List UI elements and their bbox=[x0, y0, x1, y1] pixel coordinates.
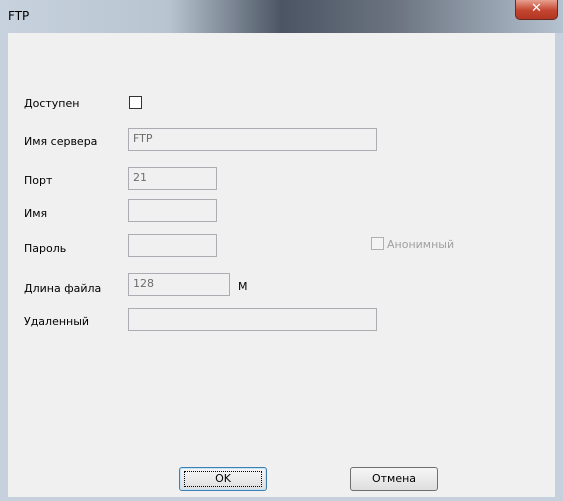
server-name-field[interactable]: FTP bbox=[128, 128, 377, 151]
ok-button[interactable]: OK bbox=[179, 467, 267, 491]
cancel-button-label: Отмена bbox=[371, 472, 417, 485]
remote-field[interactable] bbox=[128, 308, 377, 331]
anonymous-checkbox[interactable] bbox=[371, 237, 384, 250]
port-field[interactable]: 21 bbox=[128, 167, 217, 190]
window-frame-left bbox=[0, 33, 8, 501]
cancel-button[interactable]: Отмена bbox=[350, 467, 438, 491]
focus-rectangle bbox=[184, 471, 262, 487]
title-bar[interactable]: FTP ✕ bbox=[0, 0, 563, 33]
username-field[interactable] bbox=[128, 199, 217, 222]
anonymous-label: Анонимный bbox=[387, 238, 455, 251]
ftp-dialog: FTP ✕ Доступен Имя сервера FTP Порт 21 И… bbox=[0, 0, 563, 501]
port-label: Порт bbox=[24, 174, 53, 187]
window-frame-bottom bbox=[0, 497, 563, 501]
enabled-label: Доступен bbox=[24, 97, 80, 110]
file-length-unit: М bbox=[238, 280, 248, 293]
file-length-field[interactable]: 128 bbox=[128, 273, 230, 296]
password-field[interactable] bbox=[128, 234, 217, 257]
dialog-body bbox=[8, 33, 555, 497]
username-label: Имя bbox=[24, 207, 48, 220]
password-label: Пароль bbox=[24, 242, 67, 255]
close-icon: ✕ bbox=[531, 1, 542, 16]
close-button[interactable]: ✕ bbox=[515, 0, 558, 20]
window-title: FTP bbox=[8, 9, 30, 23]
remote-label: Удаленный bbox=[24, 315, 90, 328]
enabled-checkbox[interactable] bbox=[129, 96, 142, 109]
file-length-label: Длина файла bbox=[24, 282, 102, 295]
server-name-label: Имя сервера bbox=[24, 135, 98, 148]
window-frame-right bbox=[555, 33, 563, 501]
